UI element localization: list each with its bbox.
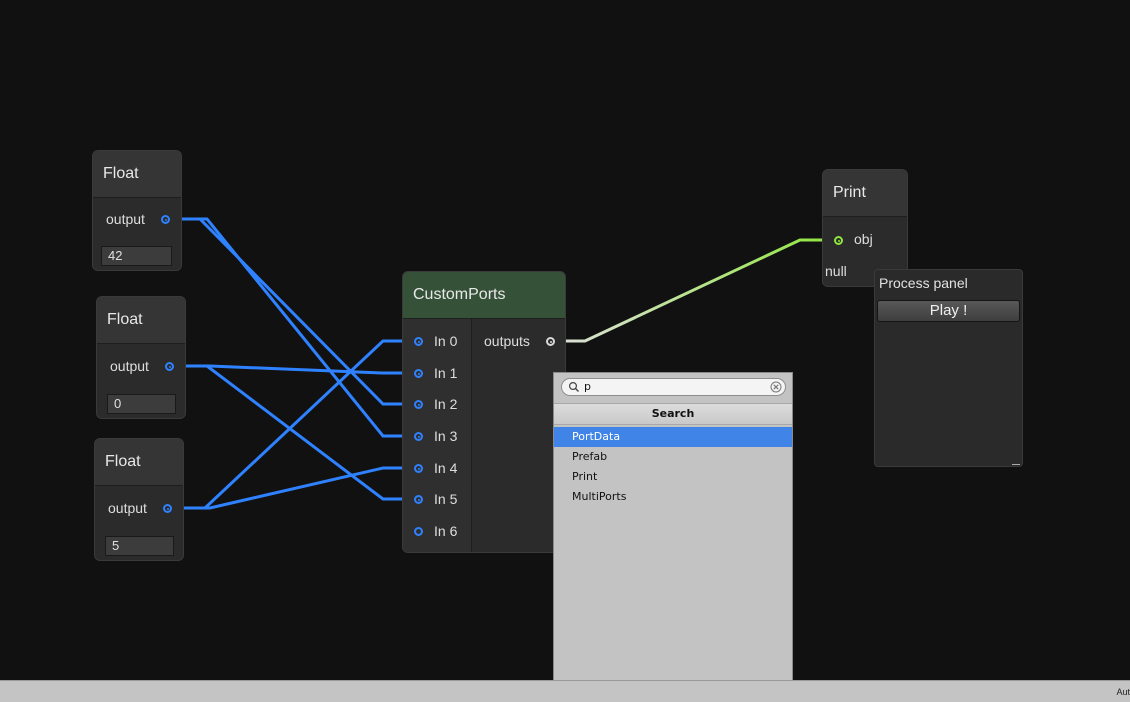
in-port-label: In 5 [434,491,458,507]
float-value-field[interactable]: 0 [107,394,176,414]
search-results-header: Search [554,403,792,425]
float-value-field[interactable]: 5 [105,536,174,556]
in-port-label: In 2 [434,396,458,412]
obj-port-dot[interactable] [834,236,843,245]
float-node-1[interactable]: Float output 42 [92,150,182,271]
float-value-field[interactable]: 42 [101,246,172,266]
graph-canvas[interactable]: Float output 42 Float output 0 Float out… [0,0,1130,690]
in-port-label: In 3 [434,428,458,444]
node-search-popup[interactable]: p Search PortData Prefab Print MultiPort… [553,372,793,690]
search-result-prefab[interactable]: Prefab [554,447,792,467]
in-port-dot[interactable] [414,369,423,378]
in-port-dot[interactable] [414,495,423,504]
search-input[interactable]: p [561,378,786,396]
float-node-3[interactable]: Float output 5 [94,438,184,561]
output-port-dot[interactable] [163,504,172,513]
in-port-label: In 0 [434,333,458,349]
float-node-2[interactable]: Float output 0 [96,296,186,419]
process-panel[interactable]: Process panel Play ! [874,269,1023,467]
in-port-label: In 1 [434,365,458,381]
print-title: Print [823,170,907,217]
in-port-dot[interactable] [414,400,423,409]
obj-port-label: obj [854,231,873,247]
float-node-title: Float [93,151,181,198]
search-icon [568,381,579,392]
resize-handle[interactable] [1012,464,1020,465]
output-port-dot[interactable] [161,215,170,224]
in-port-dot[interactable] [414,464,423,473]
play-button[interactable]: Play ! [877,300,1020,322]
print-value: null [825,263,847,279]
customports-title: CustomPorts [403,272,565,319]
output-port-label: output [110,358,149,374]
output-port-label: output [108,500,147,516]
wire-float1-in2 [164,217,420,406]
search-query: p [584,380,591,393]
search-result-multiports[interactable]: MultiPorts [554,487,792,507]
float-node-title: Float [95,439,183,486]
search-result-portdata[interactable]: PortData [554,427,792,447]
output-port-label: output [106,211,145,227]
in-port-dot[interactable] [414,432,423,441]
in-port-label: In 4 [434,460,458,476]
clear-search-icon[interactable] [770,381,782,393]
output-port-dot[interactable] [165,362,174,371]
in-port-dot[interactable] [414,337,423,346]
wire-float3-in4 [164,466,420,510]
outputs-port-dot[interactable] [546,337,555,346]
wire-float1-in3 [164,217,420,438]
process-panel-title: Process panel [879,275,968,291]
outputs-port-label: outputs [484,333,530,349]
in-port-label: In 6 [434,523,458,539]
status-bar: Aut [0,680,1130,702]
status-text: Aut [1116,687,1130,697]
wire-outputs-print [548,238,840,343]
float-node-title: Float [97,297,185,344]
in-port-dot[interactable] [414,527,423,536]
customports-node[interactable]: CustomPorts In 0 In 1 In 2 In 3 In 4 In … [402,271,566,553]
search-result-print[interactable]: Print [554,467,792,487]
